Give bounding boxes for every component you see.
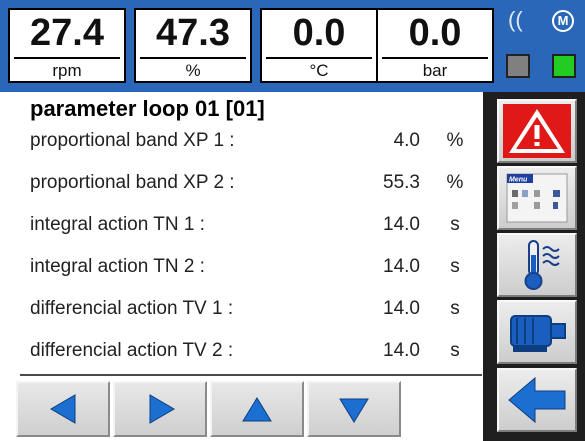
page-title: parameter loop 01 [01] <box>30 96 265 121</box>
signal-icon: (( <box>508 7 523 32</box>
gauge-divider <box>266 57 372 59</box>
temperature-button[interactable] <box>497 233 577 297</box>
parameter-unit: s <box>450 256 460 277</box>
parameter-row[interactable]: integral action TN 1 : 14.0 s <box>30 206 480 246</box>
parameter-unit: s <box>450 214 460 235</box>
status-bar: 27.4 rpm 47.3 % 0.0 °C 0.0 bar (( M <box>0 0 585 92</box>
parameter-unit: % <box>446 172 464 193</box>
back-arrow-icon <box>508 376 566 424</box>
divider <box>20 374 482 376</box>
status-led-green <box>552 54 576 78</box>
scroll-down-button[interactable] <box>307 381 401 437</box>
speed-gauge: 27.4 rpm <box>8 8 126 83</box>
parameter-row[interactable]: differencial action TV 2 : 14.0 s <box>30 332 480 372</box>
parameter-value[interactable]: 14.0 <box>383 256 420 278</box>
parameter-label: differencial action TV 1 : <box>30 298 234 319</box>
parameter-label: proportional band XP 1 : <box>30 130 235 151</box>
pressure-gauge: 0.0 bar <box>376 8 494 83</box>
percent-unit: % <box>185 61 201 80</box>
back-button[interactable] <box>497 368 577 432</box>
arrow-up-icon <box>242 397 272 422</box>
next-button[interactable] <box>113 381 207 437</box>
percent-value: 47.3 <box>156 12 230 54</box>
temperature-value: 0.0 <box>292 12 346 54</box>
parameter-unit: % <box>446 130 464 151</box>
menu-button[interactable]: Menu <box>497 166 577 230</box>
arrow-left-icon <box>50 394 76 424</box>
menu-icon: Menu <box>506 173 568 223</box>
speed-unit: rpm <box>52 61 82 80</box>
scroll-up-button[interactable] <box>210 381 304 437</box>
arrow-down-icon <box>339 398 369 423</box>
temperature-icon <box>524 240 560 290</box>
menu-icon-label: Menu <box>509 177 528 184</box>
motor-status-icon: M <box>552 10 574 32</box>
parameter-label: integral action TN 1 : <box>30 214 205 235</box>
parameter-label: integral action TN 2 : <box>30 256 205 277</box>
motor-button[interactable] <box>497 300 577 364</box>
parameter-value[interactable]: 14.0 <box>383 340 420 362</box>
parameter-row[interactable]: proportional band XP 1 : 4.0 % <box>30 122 480 162</box>
parameter-unit: s <box>450 340 460 361</box>
parameter-label: differencial action TV 2 : <box>30 340 234 361</box>
pressure-value: 0.0 <box>408 12 462 54</box>
status-led-gray <box>506 54 530 78</box>
pressure-unit: bar <box>422 61 448 80</box>
parameter-value[interactable]: 4.0 <box>394 130 420 152</box>
alarm-button[interactable] <box>497 99 577 163</box>
parameter-row[interactable]: integral action TN 2 : 14.0 s <box>30 248 480 288</box>
parameter-value[interactable]: 14.0 <box>383 298 420 320</box>
parameter-value[interactable]: 14.0 <box>383 214 420 236</box>
parameter-row[interactable]: proportional band XP 2 : 55.3 % <box>30 164 480 204</box>
gauge-divider <box>382 57 488 59</box>
arrow-right-icon <box>149 394 175 424</box>
gauge-divider <box>14 57 120 59</box>
motor-icon <box>510 315 566 352</box>
gauge-divider <box>140 57 246 59</box>
parameter-value[interactable]: 55.3 <box>383 172 420 194</box>
temperature-unit: °C <box>309 61 329 80</box>
previous-button[interactable] <box>16 381 110 437</box>
parameter-unit: s <box>450 298 460 319</box>
speed-value: 27.4 <box>30 12 104 54</box>
temperature-gauge: 0.0 °C <box>260 8 378 83</box>
parameter-label: proportional band XP 2 : <box>30 172 235 193</box>
percent-gauge: 47.3 % <box>134 8 252 83</box>
warning-icon <box>503 104 571 158</box>
status-indicators: (( M <box>500 6 585 86</box>
parameter-row[interactable]: differencial action TV 1 : 14.0 s <box>30 290 480 330</box>
